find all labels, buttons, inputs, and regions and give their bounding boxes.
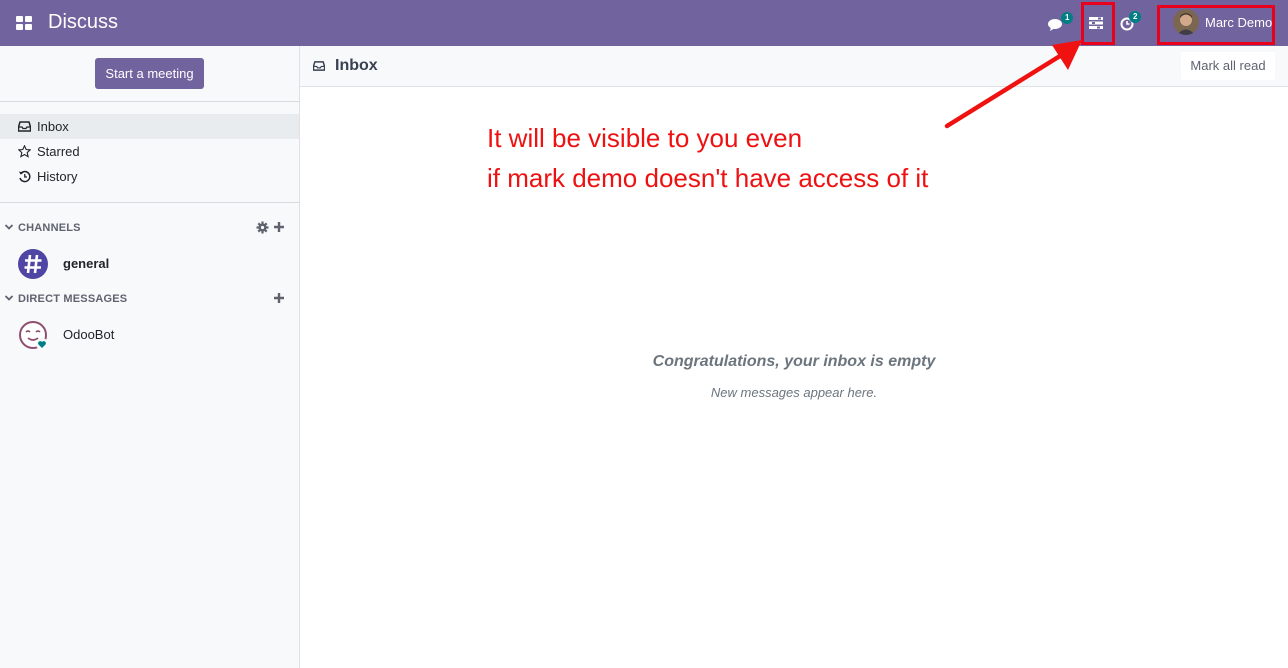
inbox-icon bbox=[313, 61, 325, 71]
messages-badge: 1 bbox=[1061, 12, 1074, 24]
sidebar-item-starred[interactable]: Starred bbox=[0, 139, 299, 164]
annotation-text-line-1: It will be visible to you even bbox=[487, 123, 803, 153]
odoobot-avatar bbox=[19, 321, 48, 350]
sidebar-item-label: Inbox bbox=[37, 119, 69, 134]
app-title: Discuss bbox=[48, 11, 119, 33]
sidebar-divider bbox=[0, 202, 299, 203]
add-chat-icon[interactable] bbox=[273, 292, 285, 304]
sidebar-item-history[interactable]: History bbox=[0, 164, 299, 189]
history-icon bbox=[18, 170, 31, 183]
chevron-down-icon[interactable] bbox=[4, 293, 14, 303]
hashtag-avatar bbox=[18, 249, 48, 279]
channel-item-general[interactable]: general bbox=[0, 246, 299, 282]
chat-item-odoobot[interactable]: OdooBot bbox=[0, 317, 299, 353]
messaging-menu-button[interactable]: 1 bbox=[1048, 12, 1074, 32]
category-label: CHANNELS bbox=[18, 222, 81, 234]
empty-inbox-subtitle: New messages appear here. bbox=[710, 385, 878, 400]
inbox-icon bbox=[18, 121, 31, 132]
empty-inbox-title: Congratulations, your inbox is empty bbox=[652, 353, 936, 370]
direct-messages-category-header[interactable]: DIRECT MESSAGES bbox=[0, 290, 299, 310]
mark-all-read-button[interactable]: Mark all read bbox=[1181, 52, 1275, 80]
chat-label: OdooBot bbox=[63, 327, 115, 342]
add-channel-icon[interactable] bbox=[273, 221, 285, 233]
highlight-box-user bbox=[1157, 5, 1275, 45]
channel-label: general bbox=[63, 256, 110, 271]
thread-header: Inbox Mark all read bbox=[300, 46, 1288, 87]
channels-category-header[interactable]: CHANNELS bbox=[0, 219, 299, 239]
chevron-down-icon[interactable] bbox=[4, 222, 14, 232]
discuss-sidebar: Start a meeting Inbox Starred History CH… bbox=[0, 46, 300, 668]
star-icon bbox=[18, 145, 31, 158]
activities-badge: 2 bbox=[1129, 11, 1142, 23]
annotation-text-line-2: if mark demo doesn't have access of it bbox=[487, 163, 929, 193]
category-label: DIRECT MESSAGES bbox=[18, 293, 128, 305]
thread-title: Inbox bbox=[335, 57, 378, 74]
sidebar-item-label: History bbox=[37, 169, 78, 184]
sidebar-item-label: Starred bbox=[37, 144, 80, 159]
highlight-box-switcher bbox=[1081, 2, 1115, 45]
start-meeting-button[interactable]: Start a meeting bbox=[95, 58, 204, 89]
sidebar-item-inbox[interactable]: Inbox bbox=[0, 114, 299, 139]
gear-icon[interactable] bbox=[256, 221, 269, 234]
apps-menu-icon[interactable] bbox=[16, 16, 32, 30]
activities-menu-button[interactable]: 2 bbox=[1120, 11, 1144, 32]
sidebar-divider bbox=[0, 101, 299, 102]
